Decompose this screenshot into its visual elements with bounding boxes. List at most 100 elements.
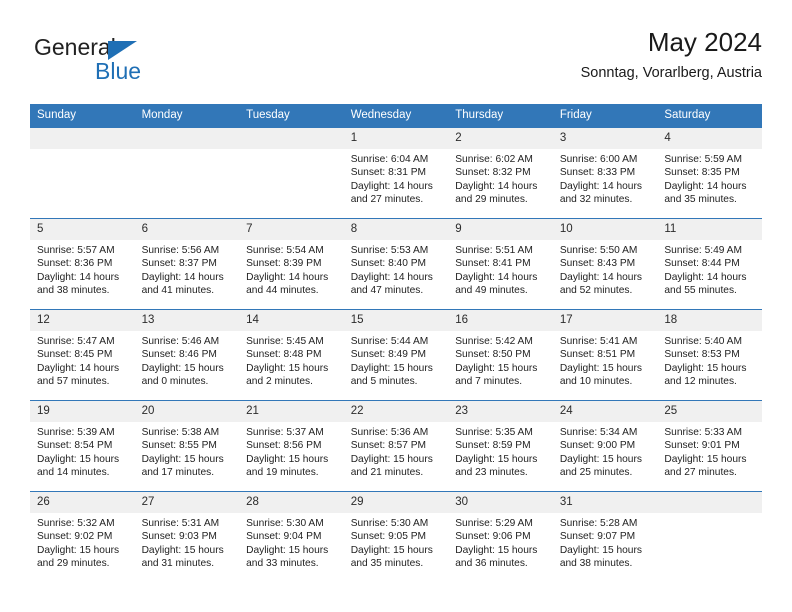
sunrise-text: Sunrise: 6:04 AM xyxy=(350,154,429,165)
sunset-text: Sunset: 8:45 PM xyxy=(37,349,113,361)
day-details: Sunrise: 5:39 AM Sunset: 8:54 PM Daylight:… xyxy=(30,422,135,480)
calendar-day-cell[interactable]: 23 Sunrise: 5:35 AM Sunset: 8:59 PM Dayligh… xyxy=(448,400,553,492)
day-details: Sunrise: 5:34 AM Sunset: 9:00 PM Daylight:… xyxy=(553,422,658,480)
calendar-day-cell[interactable]: 13 Sunrise: 5:46 AM Sunset: 8:46 PM Dayligh… xyxy=(134,309,240,401)
day-details: Sunrise: 5:29 AM Sunset: 9:06 PM Daylight:… xyxy=(448,513,553,571)
day-number: 5 xyxy=(30,219,135,240)
day-number: 1 xyxy=(343,128,449,149)
calendar-day-cell[interactable]: 17 Sunrise: 5:41 AM Sunset: 8:51 PM Dayligh… xyxy=(552,309,658,401)
daylight-text-line2: and 21 minutes. xyxy=(350,467,424,479)
daylight-text-line2: and 29 minutes. xyxy=(37,558,110,570)
daylight-text-line2: and 32 minutes. xyxy=(559,194,633,206)
calendar-day-cell[interactable]: 15 Sunrise: 5:44 AM Sunset: 8:49 PM Dayligh… xyxy=(343,309,449,401)
calendar-day-cell[interactable]: 30 Sunrise: 5:29 AM Sunset: 9:06 PM Dayligh… xyxy=(448,491,553,582)
calendar-day-cell[interactable]: 28 Sunrise: 5:30 AM Sunset: 9:04 PM Dayligh… xyxy=(239,491,344,582)
day-cell-inner: 30 Sunrise: 5:29 AM Sunset: 9:06 PM Dayligh… xyxy=(448,492,553,582)
daylight-text-line2: and 10 minutes. xyxy=(559,376,633,388)
sunset-text: Sunset: 9:02 PM xyxy=(37,531,113,543)
calendar-day-cell[interactable]: 18 Sunrise: 5:40 AM Sunset: 8:53 PM Dayligh… xyxy=(657,309,762,401)
calendar-day-cell[interactable]: 2 Sunrise: 6:02 AM Sunset: 8:32 PM Daylight… xyxy=(448,127,553,219)
day-cell-inner xyxy=(657,492,762,582)
calendar-day-cell[interactable]: 14 Sunrise: 5:45 AM Sunset: 8:48 PM Dayligh… xyxy=(239,309,344,401)
daylight-text-line2: and 29 minutes. xyxy=(455,194,528,206)
calendar-day-cell[interactable]: 7 Sunrise: 5:54 AM Sunset: 8:39 PM Daylight… xyxy=(239,218,344,310)
daylight-text-line2: and 2 minutes. xyxy=(246,376,313,388)
calendar-day-cell[interactable]: 10 Sunrise: 5:50 AM Sunset: 8:43 PM Dayligh… xyxy=(552,218,658,310)
calendar-day-cell[interactable]: 27 Sunrise: 5:31 AM Sunset: 9:03 PM Dayligh… xyxy=(134,491,240,582)
sunrise-text: Sunrise: 5:34 AM xyxy=(559,427,638,438)
daylight-text-line2: and 14 minutes. xyxy=(37,467,110,479)
calendar-day-cell[interactable]: 9 Sunrise: 5:51 AM Sunset: 8:41 PM Daylight… xyxy=(448,218,553,310)
sunrise-text: Sunrise: 5:47 AM xyxy=(37,336,115,347)
calendar-day-cell[interactable]: 21 Sunrise: 5:37 AM Sunset: 8:56 PM Dayligh… xyxy=(239,400,344,492)
sunrise-text: Sunrise: 5:29 AM xyxy=(455,518,533,529)
daylight-text-line2: and 5 minutes. xyxy=(350,376,418,388)
sunrise-text: Sunrise: 5:41 AM xyxy=(559,336,638,347)
day-cell-inner: 15 Sunrise: 5:44 AM Sunset: 8:49 PM Dayligh… xyxy=(343,310,449,400)
sunset-text: Sunset: 8:50 PM xyxy=(455,349,531,361)
day-details: Sunrise: 5:31 AM Sunset: 9:03 PM Daylight:… xyxy=(135,513,240,571)
calendar-day-cell[interactable]: 1 Sunrise: 6:04 AM Sunset: 8:31 PM Daylight… xyxy=(343,127,449,219)
day-details: Sunrise: 5:50 AM Sunset: 8:43 PM Daylight:… xyxy=(553,240,658,298)
sunset-text: Sunset: 9:03 PM xyxy=(141,531,217,543)
sunrise-text: Sunrise: 5:51 AM xyxy=(455,245,533,256)
sunset-text: Sunset: 8:53 PM xyxy=(664,349,740,361)
daylight-text-line1: Daylight: 15 hours xyxy=(141,544,224,556)
calendar-cell-empty xyxy=(657,491,762,582)
calendar-day-cell[interactable]: 29 Sunrise: 5:30 AM Sunset: 9:05 PM Dayligh… xyxy=(343,491,449,582)
day-cell-inner: 9 Sunrise: 5:51 AM Sunset: 8:41 PM Daylight… xyxy=(448,219,553,309)
day-cell-inner: 14 Sunrise: 5:45 AM Sunset: 8:48 PM Dayligh… xyxy=(239,310,344,400)
day-details: Sunrise: 5:42 AM Sunset: 8:50 PM Daylight:… xyxy=(448,331,553,389)
calendar-day-cell[interactable]: 19 Sunrise: 5:39 AM Sunset: 8:54 PM Dayligh… xyxy=(30,400,135,492)
calendar-day-cell[interactable]: 16 Sunrise: 5:42 AM Sunset: 8:50 PM Dayligh… xyxy=(448,309,553,401)
calendar-day-cell[interactable]: 8 Sunrise: 5:53 AM Sunset: 8:40 PM Daylight… xyxy=(343,218,449,310)
sunset-text: Sunset: 8:31 PM xyxy=(350,167,427,179)
day-details: Sunrise: 5:28 AM Sunset: 9:07 PM Daylight:… xyxy=(553,513,658,571)
brand-logo[interactable]: General Blue xyxy=(34,34,214,92)
calendar-day-cell[interactable]: 20 Sunrise: 5:38 AM Sunset: 8:55 PM Dayligh… xyxy=(134,400,240,492)
daylight-text-line1: Daylight: 15 hours xyxy=(455,544,538,556)
calendar-day-cell[interactable]: 22 Sunrise: 5:36 AM Sunset: 8:57 PM Dayligh… xyxy=(343,400,449,492)
calendar-day-cell[interactable]: 12 Sunrise: 5:47 AM Sunset: 8:45 PM Dayligh… xyxy=(30,309,135,401)
daylight-text-line1: Daylight: 14 hours xyxy=(559,180,642,192)
calendar-day-cell[interactable]: 3 Sunrise: 6:00 AM Sunset: 8:33 PM Daylight… xyxy=(552,127,658,219)
daylight-text-line2: and 36 minutes. xyxy=(455,558,528,570)
daylight-text-line1: Daylight: 15 hours xyxy=(350,362,433,374)
daylight-text-line1: Daylight: 15 hours xyxy=(559,544,642,556)
daylight-text-line2: and 0 minutes. xyxy=(141,376,209,388)
daylight-text-line1: Daylight: 15 hours xyxy=(141,453,224,465)
day-details: Sunrise: 6:04 AM Sunset: 8:31 PM Daylight:… xyxy=(344,149,449,207)
sunset-text: Sunset: 8:55 PM xyxy=(141,440,217,452)
calendar-day-cell[interactable]: 6 Sunrise: 5:56 AM Sunset: 8:37 PM Daylight… xyxy=(134,218,240,310)
daylight-text-line1: Daylight: 15 hours xyxy=(455,453,538,465)
day-details: Sunrise: 5:35 AM Sunset: 8:59 PM Daylight:… xyxy=(448,422,553,480)
calendar-day-cell[interactable]: 31 Sunrise: 5:28 AM Sunset: 9:07 PM Dayligh… xyxy=(552,491,658,582)
daylight-text-line2: and 38 minutes. xyxy=(37,285,110,297)
sunrise-text: Sunrise: 5:50 AM xyxy=(559,245,638,256)
sunrise-text: Sunrise: 5:36 AM xyxy=(350,427,429,438)
calendar-cell-empty xyxy=(239,127,344,219)
day-details: Sunrise: 5:33 AM Sunset: 9:01 PM Daylight:… xyxy=(657,422,762,480)
sunrise-text: Sunrise: 5:54 AM xyxy=(246,245,324,256)
calendar-day-cell[interactable]: 26 Sunrise: 5:32 AM Sunset: 9:02 PM Dayligh… xyxy=(30,491,135,582)
sunrise-text: Sunrise: 5:31 AM xyxy=(141,518,220,529)
calendar-day-cell[interactable]: 4 Sunrise: 5:59 AM Sunset: 8:35 PM Daylight… xyxy=(657,127,762,219)
calendar-day-cell[interactable]: 5 Sunrise: 5:57 AM Sunset: 8:36 PM Daylight… xyxy=(30,218,135,310)
day-details: Sunrise: 5:51 AM Sunset: 8:41 PM Daylight:… xyxy=(448,240,553,298)
sunrise-text: Sunrise: 5:38 AM xyxy=(141,427,220,438)
day-cell-inner: 11 Sunrise: 5:49 AM Sunset: 8:44 PM Dayligh… xyxy=(657,219,762,309)
calendar-day-cell[interactable]: 11 Sunrise: 5:49 AM Sunset: 8:44 PM Dayligh… xyxy=(657,218,762,310)
calendar-day-cell[interactable]: 24 Sunrise: 5:34 AM Sunset: 9:00 PM Dayligh… xyxy=(552,400,658,492)
calendar-cell-empty xyxy=(134,127,240,219)
sunset-text: Sunset: 9:04 PM xyxy=(246,531,322,543)
calendar-week-row: 12 Sunrise: 5:47 AM Sunset: 8:45 PM Dayligh… xyxy=(30,309,762,401)
daylight-text-line1: Daylight: 15 hours xyxy=(350,453,433,465)
page-title: May 2024 xyxy=(647,27,762,57)
day-number: 18 xyxy=(657,310,762,331)
sunset-text: Sunset: 8:56 PM xyxy=(246,440,322,452)
day-number xyxy=(134,128,240,149)
day-number xyxy=(239,128,344,149)
day-details: Sunrise: 5:40 AM Sunset: 8:53 PM Daylight:… xyxy=(657,331,762,389)
day-number xyxy=(657,492,762,513)
calendar-day-cell[interactable]: 25 Sunrise: 5:33 AM Sunset: 9:01 PM Dayligh… xyxy=(657,400,762,492)
